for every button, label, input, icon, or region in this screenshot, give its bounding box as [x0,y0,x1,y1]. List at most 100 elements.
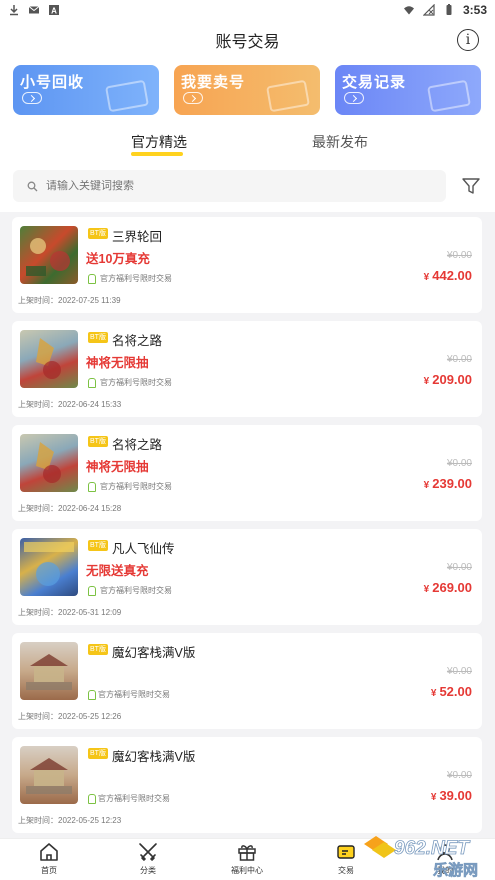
price: ¥269.00 [424,580,472,595]
list-item[interactable]: BT版 名将之路 神将无限抽 官方福利号限时交易 ¥0.00 ¥209.00 上… [12,321,482,417]
platform-info: 官方福利号限时交易 [88,481,172,492]
android-icon [88,689,96,700]
list-item[interactable]: BT版 名将之路 神将无限抽 官方福利号限时交易 ¥0.00 ¥239.00 上… [12,425,482,521]
search-input[interactable] [46,180,426,192]
list-item[interactable]: BT版 魔幻客栈满V版 官方福利号限时交易 ¥0.00 ¥39.00 上架时间：… [12,737,482,833]
bt-badge: BT版 [88,540,108,551]
watermark-sub: 乐游网 [433,861,478,879]
download-icon [10,5,18,16]
sell-account-card[interactable]: 我要卖号 [174,65,320,115]
info-button[interactable]: i [457,29,479,51]
price-value: 39.00 [439,788,472,803]
top-area: 小号回收 我要卖号 交易记录 官方精选 最新发布 [0,60,495,160]
original-price: ¥0.00 [446,458,472,469]
wallet-icon [105,79,149,113]
platform-info: 官方福利号限时交易 [88,273,172,284]
wifi-icon [403,6,414,15]
bt-badge: BT版 [88,228,108,239]
platform-text: 官方福利号限时交易 [100,378,172,387]
bt-badge: BT版 [88,644,108,655]
card-label: 我要卖号 [181,74,246,91]
android-icon [88,481,96,492]
game-thumbnail [20,538,78,596]
platform-info: 官方福利号限时交易 [88,689,170,700]
no-signal-icon [422,4,435,16]
page-title: 账号交易 [215,34,280,51]
original-price: ¥0.00 [446,770,472,781]
search-box[interactable] [13,170,446,202]
game-thumbnail [20,330,78,388]
platform-text: 官方福利号限时交易 [98,690,170,699]
list-item[interactable]: BT版 三界轮回 送10万真充 官方福利号限时交易 ¥0.00 ¥442.00 … [12,217,482,313]
price-value: 209.00 [432,372,472,387]
listed-time: 上架时间：2022-06-24 15:33 [18,400,122,409]
price: ¥52.00 [431,684,472,699]
platform-info: 官方福利号限时交易 [88,377,172,388]
watermark-brand: 962.NET [394,838,470,859]
nav-category[interactable]: 分类 [118,841,178,876]
price-value: 52.00 [439,684,472,699]
promo-text: 神将无限抽 [86,460,149,474]
recycle-account-card[interactable]: 小号回收 [13,65,159,115]
game-name: 三界轮回 [112,230,163,244]
original-price: ¥0.00 [446,666,472,677]
bt-badge: BT版 [88,332,108,343]
listed-time: 上架时间：2022-05-25 12:26 [18,712,122,721]
price: ¥442.00 [424,268,472,283]
currency-symbol: ¥ [423,584,430,595]
status-bar: A 3:53 [0,0,495,20]
nav-label: 分类 [140,866,156,875]
bt-badge: BT版 [88,748,108,759]
listed-time: 上架时间：2022-06-24 15:28 [18,504,122,513]
original-price: ¥0.00 [446,250,472,261]
platform-text: 官方福利号限时交易 [100,482,172,491]
nav-home[interactable]: 首页 [19,841,79,876]
font-icon: A [49,5,59,16]
list-item[interactable]: BT版 魔幻客栈满V版 官方福利号限时交易 ¥0.00 ¥52.00 上架时间：… [12,633,482,729]
status-time: 3:53 [462,3,487,17]
price: ¥39.00 [431,788,472,803]
original-price: ¥0.00 [446,562,472,573]
nav-welfare[interactable]: 福利中心 [217,841,277,876]
bt-badge: BT版 [88,436,108,447]
currency-symbol: ¥ [430,792,437,803]
arrow-right-icon [344,92,364,104]
search-icon [27,181,38,191]
battery-icon [446,4,452,15]
info-icon: i [465,32,471,48]
platform-text: 官方福利号限时交易 [100,274,172,283]
tab-official-picks[interactable]: 官方精选 [131,132,187,152]
crossed-swords-icon [139,843,157,861]
active-tab-indicator [131,152,183,156]
trade-records-card[interactable]: 交易记录 [335,65,481,115]
android-icon [88,377,96,388]
promo-text: 送10万真充 [86,252,150,266]
platform-info: 官方福利号限时交易 [88,585,172,596]
android-icon [88,793,96,804]
action-cards: 小号回收 我要卖号 交易记录 [13,65,481,115]
arrow-right-icon [22,92,42,104]
android-icon [88,585,96,596]
promo-text: 无限送真充 [86,564,149,578]
game-name: 魔幻客栈满V版 [112,646,196,660]
site-watermark: 962.NET 乐游网 [364,836,478,879]
original-price: ¥0.00 [446,354,472,365]
currency-symbol: ¥ [423,480,430,491]
nav-label: 首页 [41,866,57,875]
price: ¥209.00 [424,372,472,387]
game-name: 凡人飞仙传 [112,542,175,556]
game-thumbnail [20,642,78,700]
search-row [0,160,495,212]
app-header: 账号交易 i [0,20,495,60]
nav-label: 福利中心 [231,866,263,875]
mail-icon [28,6,40,14]
document-icon [427,79,471,113]
currency-symbol: ¥ [423,376,430,387]
currency-symbol: ¥ [423,272,430,283]
list-item[interactable]: BT版 凡人飞仙传 无限送真充 官方福利号限时交易 ¥0.00 ¥269.00 … [12,529,482,625]
filter-icon[interactable] [461,176,481,196]
tab-latest[interactable]: 最新发布 [312,132,368,152]
nav-label: 交易 [338,866,354,875]
money-icon [266,79,310,113]
android-icon [88,273,96,284]
